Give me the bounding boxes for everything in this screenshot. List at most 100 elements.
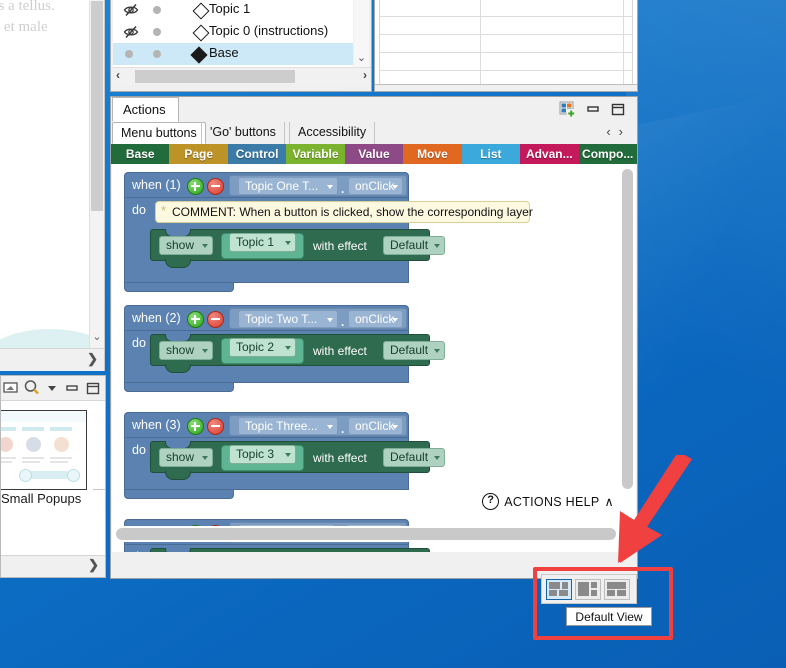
- category-advanced[interactable]: Advan...: [520, 144, 579, 164]
- category-move[interactable]: Move: [403, 144, 462, 164]
- page-thumbnail-list[interactable]: Small Popups: [1, 401, 105, 556]
- actions-help-link[interactable]: ? ACTIONS HELP ∧: [482, 493, 614, 510]
- tree-horizontal-scrollbar[interactable]: ‹ ›: [113, 67, 371, 85]
- when-block-body: do show Topic 2 with effect Default: [124, 331, 445, 383]
- scrollbar-thumb[interactable]: [135, 70, 295, 83]
- visibility-dot-icon[interactable]: [125, 50, 133, 58]
- restore-icon[interactable]: [84, 379, 102, 397]
- scrollbar-thumb[interactable]: [622, 169, 633, 489]
- dot-separator: .: [341, 422, 345, 436]
- category-components[interactable]: Compo...: [578, 144, 637, 164]
- chevron-down-icon[interactable]: ⌄: [355, 51, 368, 65]
- tree-row[interactable]: Topic 0 (instructions): [113, 21, 353, 43]
- tree-row-base-selected[interactable]: Base: [113, 43, 353, 65]
- chevron-down-icon[interactable]: ⌄: [91, 327, 103, 347]
- component-dropdown[interactable]: Topic Three...: [238, 417, 338, 435]
- dot-separator: .: [341, 315, 345, 329]
- grid-row[interactable]: [380, 17, 632, 35]
- canvas-horizontal-scrollbar[interactable]: [113, 526, 635, 542]
- component-dropdown[interactable]: Topic Two T...: [238, 310, 338, 328]
- grid-row[interactable]: [380, 35, 632, 53]
- scrollbar-thumb[interactable]: [116, 528, 616, 540]
- when-block-2[interactable]: when (2) Topic Two T... . onClick do sho…: [124, 305, 445, 392]
- show-action-block[interactable]: show Topic 4 with effect Default: [150, 548, 430, 552]
- minus-circle-icon[interactable]: [207, 418, 224, 435]
- action-dropdown[interactable]: show: [159, 448, 213, 467]
- when-block-header[interactable]: when (1) Topic One T... . onClick: [124, 172, 409, 198]
- page-thumbnail[interactable]: [1, 410, 87, 490]
- category-list[interactable]: List: [461, 144, 521, 164]
- when-block-footer: [124, 383, 234, 392]
- lock-dot-icon[interactable]: [153, 28, 161, 36]
- tree-vertical-scrollbar[interactable]: ⌄: [354, 0, 369, 67]
- category-base[interactable]: Base: [111, 144, 170, 164]
- scroll-right-icon[interactable]: ›: [363, 68, 367, 82]
- plus-circle-icon[interactable]: [187, 311, 204, 328]
- target-dropdown[interactable]: Topic 1: [229, 233, 296, 252]
- restore-icon[interactable]: [609, 101, 627, 118]
- subtab-nav-arrows[interactable]: ‹›: [606, 124, 631, 139]
- tab-go-buttons[interactable]: 'Go' buttons: [201, 122, 285, 144]
- screen-icon[interactable]: [3, 379, 21, 397]
- tab-menu-buttons[interactable]: Menu buttons: [112, 122, 206, 144]
- tab-actions[interactable]: Actions: [112, 97, 179, 122]
- category-page[interactable]: Page: [169, 144, 228, 164]
- category-variable[interactable]: Variable: [286, 144, 345, 164]
- when-block-1[interactable]: when (1) Topic One T... . onClick do COM…: [124, 172, 533, 292]
- show-action-block[interactable]: show Topic 2 with effect Default: [150, 334, 445, 373]
- add-action-icon[interactable]: [559, 101, 577, 118]
- when-label: when (3): [132, 418, 181, 432]
- lock-dot-icon[interactable]: [153, 6, 161, 14]
- when-block-header[interactable]: when (3) Topic Three... . onClick: [124, 412, 409, 438]
- plus-circle-icon[interactable]: [187, 418, 204, 435]
- effect-dropdown[interactable]: Default: [383, 448, 445, 467]
- lock-dot-icon[interactable]: [153, 50, 161, 58]
- when-block-body: do show Topic 3 with effect Default: [124, 438, 445, 490]
- minimize-icon[interactable]: [584, 101, 602, 118]
- panel-divider: [93, 489, 105, 490]
- event-dropdown[interactable]: onClick: [348, 310, 403, 328]
- grid-row[interactable]: [380, 0, 632, 17]
- properties-grid-panel: [374, 0, 638, 92]
- category-value[interactable]: Value: [344, 144, 404, 164]
- show-action-block[interactable]: show Topic 3 with effect Default: [150, 441, 445, 480]
- scrollbar-thumb[interactable]: [91, 1, 103, 211]
- search-icon[interactable]: [23, 379, 41, 397]
- minus-circle-icon[interactable]: [207, 178, 224, 195]
- target-dropdown[interactable]: Topic 2: [229, 338, 296, 357]
- when-block-header[interactable]: when (2) Topic Two T... . onClick: [124, 305, 409, 331]
- tab-accessibility[interactable]: Accessibility: [289, 122, 376, 144]
- tree-row[interactable]: Topic 1: [113, 0, 353, 21]
- chevron-right-icon[interactable]: ❯: [87, 351, 98, 367]
- action-dropdown[interactable]: show: [159, 341, 213, 360]
- target-dropdown[interactable]: Topic 3: [229, 445, 296, 464]
- minus-circle-icon[interactable]: [207, 311, 224, 328]
- effect-dropdown[interactable]: Default: [383, 236, 445, 255]
- when-block-3[interactable]: when (3) Topic Three... . onClick do sho…: [124, 412, 445, 499]
- minimize-icon[interactable]: [63, 379, 81, 397]
- comment-block[interactable]: COMMENT: When a button is clicked, show …: [155, 201, 533, 223]
- action-dropdown[interactable]: show: [159, 236, 213, 255]
- chevron-right-icon[interactable]: ❯: [88, 557, 99, 573]
- grid-row[interactable]: [380, 53, 632, 71]
- document-vertical-scrollbar[interactable]: ⌄: [89, 0, 104, 371]
- page-panel-toolbar: [1, 376, 105, 401]
- actions-panel: Actions Menu buttons 'Go' buttons Access…: [110, 96, 638, 579]
- show-action-block[interactable]: show Topic 1 with effect Default: [150, 229, 445, 268]
- chevron-down-icon[interactable]: [43, 379, 61, 397]
- effect-dropdown[interactable]: Default: [383, 341, 445, 360]
- eye-hidden-icon[interactable]: [123, 3, 139, 17]
- question-mark-icon: ?: [482, 493, 500, 510]
- event-dropdown[interactable]: onClick: [348, 417, 403, 435]
- scroll-left-icon[interactable]: ‹: [116, 68, 120, 82]
- plus-circle-icon[interactable]: [187, 178, 204, 195]
- annotation-arrow: [618, 455, 692, 563]
- event-dropdown[interactable]: onClick: [348, 177, 403, 195]
- component-dropdown[interactable]: Topic One T...: [238, 177, 338, 195]
- when-block-body: do COMMENT: When a button is clicked, sh…: [124, 198, 533, 283]
- eye-hidden-icon[interactable]: [123, 25, 139, 39]
- grid-rows[interactable]: [379, 0, 633, 89]
- category-control[interactable]: Control: [227, 144, 287, 164]
- blocks-canvas[interactable]: when (1) Topic One T... . onClick do COM…: [112, 164, 636, 552]
- layers-tree-list[interactable]: Topic 1 Topic 0 (instructions) Base: [113, 0, 353, 67]
